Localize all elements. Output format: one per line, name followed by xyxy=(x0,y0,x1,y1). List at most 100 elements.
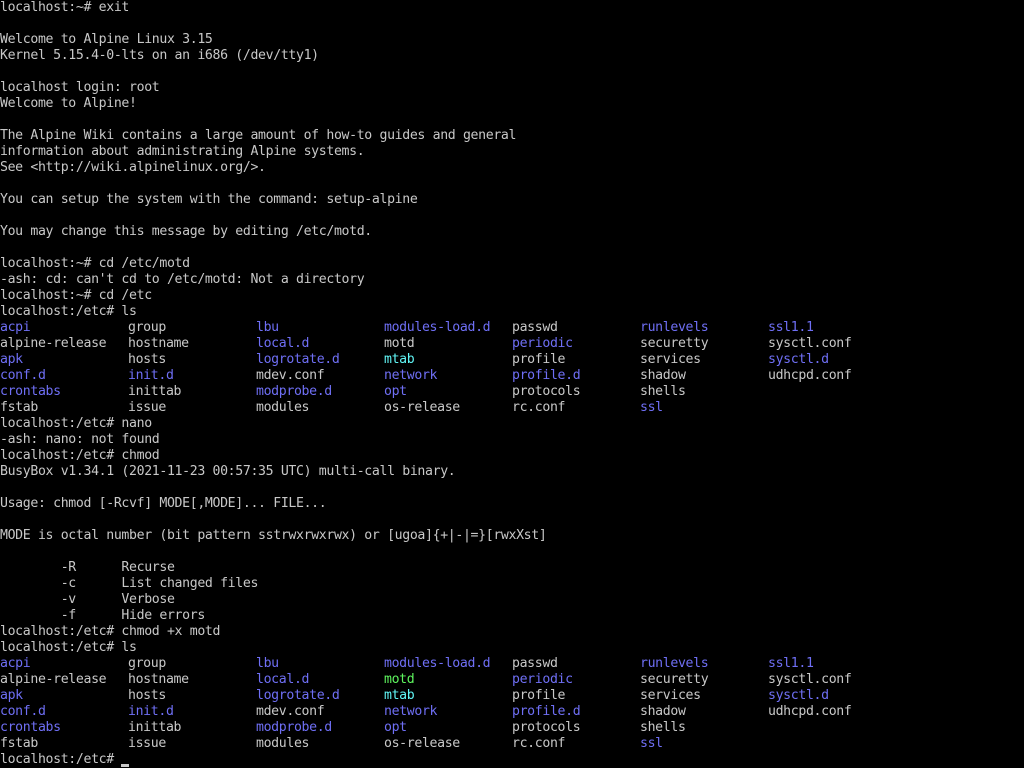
terminal-window[interactable]: localhost:~# exit Welcome to Alpine Linux… xyxy=(0,0,1024,768)
ls-file-entry: rc.conf xyxy=(512,400,566,415)
terminal-line: -ash: nano: not found xyxy=(0,432,160,447)
terminal-line: localhost:/etc# ls xyxy=(0,304,137,319)
ls-file-entry: hosts xyxy=(128,688,166,703)
ls-row: conf.d init.d mdev.conf network profile.d sha… xyxy=(0,368,1024,384)
ls-directory-entry: logrotate.d xyxy=(256,352,340,367)
ls-directory-entry: sysctl.d xyxy=(768,688,829,703)
ls-directory-entry: modprobe.d xyxy=(256,384,332,399)
ls-directory-entry: modules-load.d xyxy=(384,656,491,671)
ls-row: crontabs inittab modprobe.d opt protocols she… xyxy=(0,720,1024,736)
ls-file-entry: passwd xyxy=(512,656,558,671)
ls-file-entry: securetty xyxy=(640,336,709,351)
ls-file-entry: fstab xyxy=(0,400,38,415)
ls-directory-entry: init.d xyxy=(128,368,174,383)
terminal-line: You can setup the system with the comman… xyxy=(0,192,418,207)
ls-symlink-entry: mtab xyxy=(384,688,415,703)
ls-directory-entry: local.d xyxy=(256,672,310,687)
terminal-line: BusyBox v1.34.1 (2021-11-23 00:57:35 UTC… xyxy=(0,464,456,479)
terminal-line: localhost login: root xyxy=(0,80,160,95)
ls-listing-2: acpi group lbu modules-load.d passwd runlevel… xyxy=(0,656,1024,752)
shell-prompt: localhost:/etc# xyxy=(0,752,122,767)
ls-directory-entry: apk xyxy=(0,352,23,367)
terminal-line: localhost:/etc# chmod xyxy=(0,448,160,463)
ls-directory-entry: acpi xyxy=(0,656,31,671)
ls-listing-1: acpi group lbu modules-load.d passwd runlevel… xyxy=(0,320,1024,416)
ls-file-entry: inittab xyxy=(128,720,182,735)
ls-file-entry: alpine-release xyxy=(0,336,107,351)
terminal-line: -f Hide errors xyxy=(0,608,206,623)
ls-directory-entry: modprobe.d xyxy=(256,720,332,735)
terminal-line: -R Recurse xyxy=(0,560,175,575)
ls-file-entry: profile xyxy=(512,688,566,703)
terminal-line: localhost:~# cd /etc xyxy=(0,288,152,303)
ls-file-entry: issue xyxy=(128,400,166,415)
ls-directory-entry: conf.d xyxy=(0,368,46,383)
ls-directory-entry: apk xyxy=(0,688,23,703)
ls-row: acpi group lbu modules-load.d passwd runlevel… xyxy=(0,320,1024,336)
ls-directory-entry: periodic xyxy=(512,672,573,687)
ls-row: alpine-release hostname local.d motd periodi… xyxy=(0,336,1024,352)
ls-file-entry: securetty xyxy=(640,672,709,687)
terminal-line: localhost:/etc# nano xyxy=(0,416,152,431)
ls-file-entry: shells xyxy=(640,384,686,399)
ls-directory-entry: local.d xyxy=(256,336,310,351)
ls-file-entry: passwd xyxy=(512,320,558,335)
ls-file-entry: motd xyxy=(384,336,415,351)
ls-directory-entry: logrotate.d xyxy=(256,688,340,703)
ls-directory-entry: ssl1.1 xyxy=(768,656,814,671)
terminal-line: localhost:/etc# chmod +x motd xyxy=(0,624,221,639)
ls-file-entry: alpine-release xyxy=(0,672,107,687)
ls-row: alpine-release hostname local.d motd periodi… xyxy=(0,672,1024,688)
ls-directory-entry: init.d xyxy=(128,704,174,719)
terminal-line: Welcome to Alpine Linux 3.15 xyxy=(0,32,213,47)
ls-file-entry: shadow xyxy=(640,368,686,383)
terminal-output-block-1: localhost:~# exit Welcome to Alpine Linux… xyxy=(0,0,1024,320)
terminal-line: localhost:~# cd /etc/motd xyxy=(0,256,190,271)
ls-file-entry: protocols xyxy=(512,384,581,399)
ls-file-entry: services xyxy=(640,688,701,703)
terminal-line: Usage: chmod [-Rcvf] MODE[,MODE]... FILE… xyxy=(0,496,327,511)
command-prompt-line[interactable]: localhost:/etc# xyxy=(0,752,1024,768)
text-cursor xyxy=(121,764,130,767)
terminal-output-block-2: localhost:/etc# nano -ash: nano: not foun… xyxy=(0,416,1024,656)
ls-file-entry: fstab xyxy=(0,736,38,751)
ls-row: crontabs inittab modprobe.d opt protocols she… xyxy=(0,384,1024,400)
ls-file-entry: os-release xyxy=(384,400,460,415)
terminal-line: -v Verbose xyxy=(0,592,175,607)
ls-file-entry: issue xyxy=(128,736,166,751)
ls-file-entry: group xyxy=(128,320,166,335)
ls-directory-entry: ssl xyxy=(640,736,663,751)
ls-file-entry: sysctl.conf xyxy=(768,672,852,687)
ls-row: fstab issue modules os-release rc.conf ssl xyxy=(0,736,1024,752)
ls-file-entry: shells xyxy=(640,720,686,735)
ls-row: acpi group lbu modules-load.d passwd runlevel… xyxy=(0,656,1024,672)
terminal-line: -c List changed files xyxy=(0,576,259,591)
terminal-line: See <http://wiki.alpinelinux.org/>. xyxy=(0,160,266,175)
terminal-line: information about administrating Alpine … xyxy=(0,144,365,159)
ls-file-entry: shadow xyxy=(640,704,686,719)
ls-row: conf.d init.d mdev.conf network profile.d sha… xyxy=(0,704,1024,720)
ls-directory-entry: network xyxy=(384,368,438,383)
ls-file-entry: sysctl.conf xyxy=(768,336,852,351)
ls-directory-entry: ssl xyxy=(640,400,663,415)
ls-directory-entry: lbu xyxy=(256,320,279,335)
ls-directory-entry: network xyxy=(384,704,438,719)
ls-file-entry: rc.conf xyxy=(512,736,566,751)
ls-directory-entry: modules-load.d xyxy=(384,320,491,335)
ls-row: apk hosts logrotate.d mtab profile services sy… xyxy=(0,352,1024,368)
ls-directory-entry: conf.d xyxy=(0,704,46,719)
ls-directory-entry: profile.d xyxy=(512,704,581,719)
ls-executable-entry: motd xyxy=(384,672,415,687)
ls-file-entry: inittab xyxy=(128,384,182,399)
ls-directory-entry: runlevels xyxy=(640,656,709,671)
terminal-line: Welcome to Alpine! xyxy=(0,96,137,111)
ls-directory-entry: runlevels xyxy=(640,320,709,335)
